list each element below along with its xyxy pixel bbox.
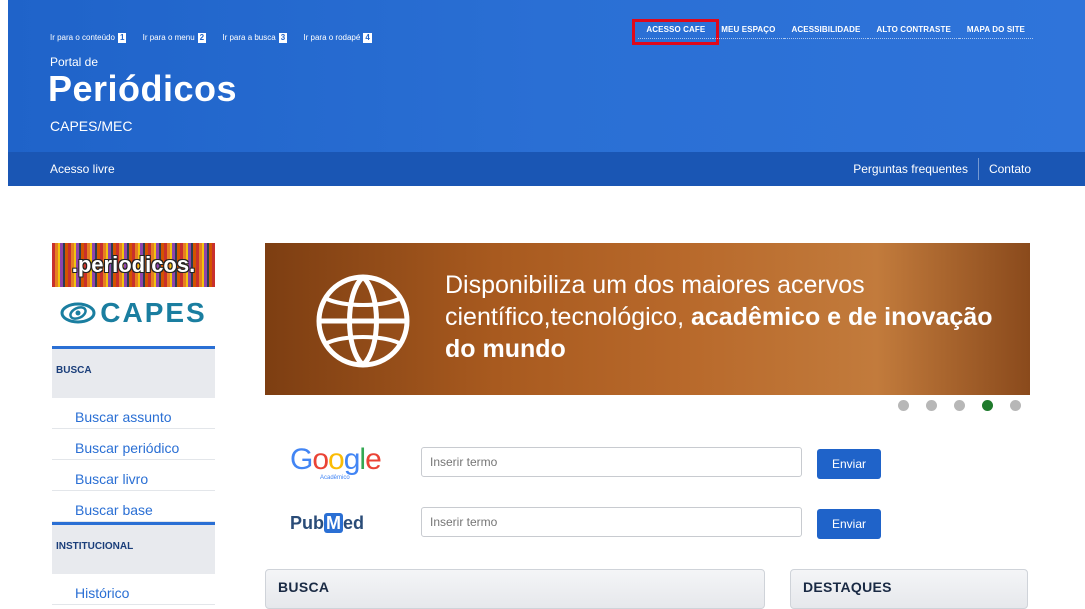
sidebar-section-institucional: INSTITUCIONAL	[52, 522, 215, 574]
pubmed-search: PubMed Enviar	[265, 503, 895, 543]
carousel-dot-3[interactable]	[954, 400, 965, 411]
hero-banner[interactable]: Disponibiliza um dos maiores acervos cie…	[265, 243, 1030, 395]
sidebar-item-buscar-livro[interactable]: Buscar livro	[52, 460, 215, 491]
google-scholar-search: Google Acadêmico Enviar	[265, 443, 895, 483]
google-search-input[interactable]	[421, 447, 802, 477]
skip-to-footer-link[interactable]: Ir para o rodapé 4	[303, 33, 379, 43]
skip-links: Ir para o conteúdo 1 Ir para o menu 2 Ir p…	[50, 33, 386, 43]
portal-prefix: Portal de	[50, 55, 99, 69]
sidebar-item-buscar-assunto[interactable]: Buscar assunto	[52, 398, 215, 429]
google-logo-sub: Acadêmico	[320, 475, 350, 481]
google-scholar-logo: Google Acadêmico	[290, 443, 390, 482]
site-header: Ir para o conteúdo 1 Ir para o menu 2 Ir p…	[8, 0, 1085, 152]
carousel-dots	[898, 400, 1038, 411]
nav-meu-espaco[interactable]: MEU ESPAÇO	[713, 25, 784, 39]
pubmed-send-button[interactable]: Enviar	[817, 509, 881, 539]
sub-navigation: Acesso livre Perguntas frequentes Contat…	[8, 152, 1085, 186]
nav-acesso-cafe[interactable]: ACESSO CAFE	[632, 19, 720, 45]
destaques-panel-header: DESTAQUES	[790, 569, 1028, 609]
portal-title[interactable]: Periódicos	[48, 68, 237, 110]
contact-link[interactable]: Contato	[989, 162, 1031, 180]
pubmed-logo: Pub Med	[290, 505, 390, 541]
banner-text: Disponibiliza um dos maiores acervos cie…	[445, 269, 1005, 365]
sidebar-section-busca: BUSCA	[52, 346, 215, 398]
top-nav: ACESSO CAFE MEU ESPAÇO ACESSIBILIDADE AL…	[632, 19, 1033, 45]
globe-icon	[316, 274, 410, 368]
nav-mapa-do-site[interactable]: MAPA DO SITE	[958, 25, 1033, 39]
sidebar-item-buscar-periodico[interactable]: Buscar periódico	[52, 429, 215, 460]
skip-to-menu-link[interactable]: Ir para o menu 2	[143, 33, 214, 43]
nav-acessibilidade[interactable]: ACESSIBILIDADE	[783, 25, 869, 39]
sidebar-item-buscar-base[interactable]: Buscar base	[52, 491, 215, 522]
capes-emblem-icon	[60, 302, 96, 324]
carousel-dot-5[interactable]	[1010, 400, 1021, 411]
faq-link[interactable]: Perguntas frequentes	[853, 162, 968, 180]
subnav-right: Perguntas frequentes Contato	[853, 158, 1031, 180]
carousel-dot-1[interactable]	[898, 400, 909, 411]
carousel-dot-4[interactable]	[982, 400, 993, 411]
periodicos-logo[interactable]: .periodicos.	[52, 243, 215, 287]
carousel-dot-2[interactable]	[926, 400, 937, 411]
google-send-button[interactable]: Enviar	[817, 449, 881, 479]
busca-panel-header: BUSCA	[265, 569, 765, 609]
acesso-livre-link[interactable]: Acesso livre	[50, 162, 115, 176]
pubmed-search-input[interactable]	[421, 507, 802, 537]
pubmed-logo-text: Pub Med	[290, 512, 365, 533]
sidebar: .periodicos. CAPES BUSCA Buscar assunto …	[52, 243, 215, 605]
skip-to-content-link[interactable]: Ir para o conteúdo 1	[50, 33, 134, 43]
portal-subtitle: CAPES/MEC	[50, 118, 133, 134]
google-logo-text: Google	[290, 443, 382, 476]
capes-logo-text: CAPES	[100, 297, 207, 328]
skip-to-search-link[interactable]: Ir para a busca 3	[222, 33, 295, 43]
sidebar-item-historico[interactable]: Histórico	[52, 574, 215, 605]
subnav-divider	[977, 158, 979, 180]
capes-logo[interactable]: CAPES	[52, 287, 215, 339]
nav-alto-contraste[interactable]: ALTO CONTRASTE	[868, 25, 959, 39]
